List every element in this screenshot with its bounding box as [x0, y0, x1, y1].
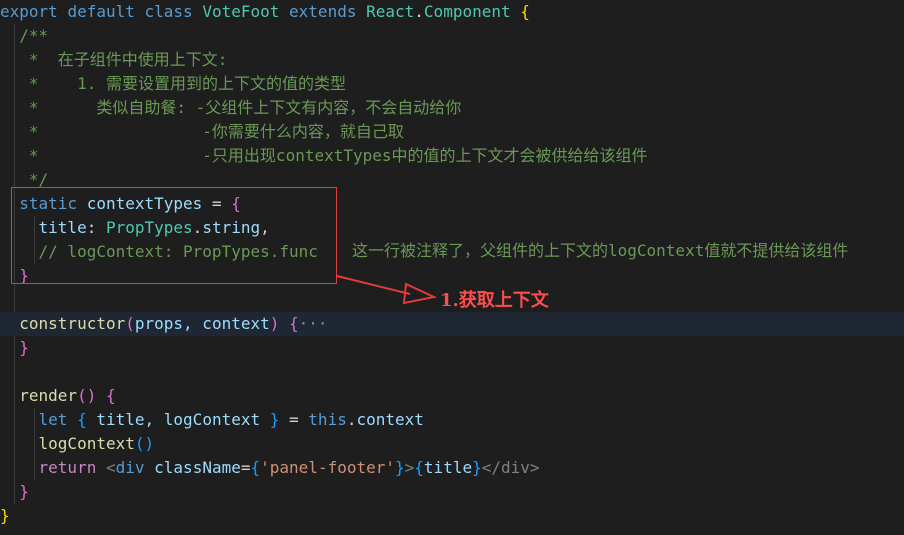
code-line-21[interactable]: }	[0, 480, 904, 504]
string-literal: 'panel-footer'	[260, 458, 395, 477]
brace-open: {	[250, 458, 261, 477]
code-line-19[interactable]: logContext()	[0, 432, 904, 456]
code-line-16[interactable]	[0, 360, 904, 384]
keyword-return: return	[38, 458, 97, 477]
render-fn: render	[19, 386, 78, 405]
doc-comment-line: * -你需要什么内容，就自己取	[28, 122, 404, 141]
assign-operator: =	[240, 458, 251, 477]
code-editor[interactable]: export default class VoteFoot extends Re…	[0, 0, 904, 535]
code-line-6[interactable]: * -你需要什么内容，就自己取	[0, 120, 904, 144]
brace-open: {	[105, 386, 116, 405]
brace-close: }	[269, 410, 280, 429]
classname-attr: className	[154, 458, 241, 477]
annotation-side-note: 这一行被注释了，父组件的上下文的logContext值就不提供给该组件	[352, 241, 849, 260]
brace-close: }	[395, 458, 405, 477]
tag-name: div	[115, 458, 145, 477]
parens: ()	[77, 386, 97, 405]
title-var: title	[423, 458, 473, 477]
code-line-15[interactable]: }	[0, 336, 904, 360]
doc-comment-line: * 在子组件中使用上下文:	[28, 50, 228, 69]
brace-close: }	[472, 458, 482, 477]
class-name: VoteFoot	[202, 2, 280, 21]
tag-bracket: <	[105, 458, 116, 477]
code-line-7[interactable]: * -只用出现contextTypes中的值的上下文才会被供给给该组件	[0, 144, 904, 168]
destructured-vars: title, logContext	[86, 410, 270, 429]
code-line-18[interactable]: let { title, logContext } = this.context	[0, 408, 904, 432]
doc-comment-line: * 类似自助餐: -父组件上下文有内容，不会自动给你	[28, 98, 462, 117]
closing-tag: </div>	[481, 458, 540, 477]
code-line-20[interactable]: return <div className={'panel-footer'}>{…	[0, 456, 904, 480]
code-line-5[interactable]: * 类似自助餐: -父组件上下文有内容，不会自动给你	[0, 96, 904, 120]
brace-open: {	[289, 314, 299, 333]
brace-open: {	[520, 2, 530, 21]
brace-close: }	[19, 338, 29, 357]
code-line-3[interactable]: * 在子组件中使用上下文:	[0, 48, 904, 72]
class-brace-close: }	[0, 506, 10, 525]
paren-open: (	[125, 314, 135, 333]
constructor-fn: constructor	[19, 314, 126, 333]
keyword-let: let	[38, 410, 68, 429]
code-line-22[interactable]: }	[0, 504, 904, 528]
doc-comment-open: /**	[19, 26, 49, 45]
brace-close: }	[19, 482, 29, 501]
code-line-4[interactable]: * 1. 需要设置用到的上下文的值的类型	[0, 72, 904, 96]
log-context-call: logContext	[38, 434, 135, 453]
code-line-14[interactable]: constructor(props, context) {···	[0, 312, 904, 336]
react-identifier: React	[366, 2, 415, 21]
doc-comment-line: * 1. 需要设置用到的上下文的值的类型	[28, 74, 346, 93]
brace-open: {	[414, 458, 424, 477]
keyword-export: export	[0, 2, 58, 21]
code-line-1[interactable]: export default class VoteFoot extends Re…	[0, 0, 904, 24]
dot: .	[414, 2, 424, 21]
annotation-label: 1.获取上下文	[440, 290, 549, 311]
brace-open: {	[77, 410, 87, 429]
context-prop: context	[356, 410, 424, 429]
keyword-this: this	[308, 410, 347, 429]
parens: ()	[134, 434, 155, 453]
doc-comment-line: * -只用出现contextTypes中的值的上下文才会被供给给该组件	[28, 146, 648, 165]
paren-close: )	[269, 314, 280, 333]
tag-bracket: >	[404, 458, 415, 477]
assign-operator: =	[279, 410, 309, 429]
code-line-2[interactable]: /**	[0, 24, 904, 48]
component-identifier: Component	[423, 2, 511, 21]
annotation-highlight-box	[11, 187, 337, 284]
folded-region-icon[interactable]: ···	[299, 314, 328, 333]
keyword-class: class	[144, 2, 193, 21]
code-line-17[interactable]: render() {	[0, 384, 904, 408]
keyword-extends: extends	[289, 2, 357, 21]
keyword-default: default	[67, 2, 135, 21]
constructor-args: props, context	[134, 314, 270, 333]
